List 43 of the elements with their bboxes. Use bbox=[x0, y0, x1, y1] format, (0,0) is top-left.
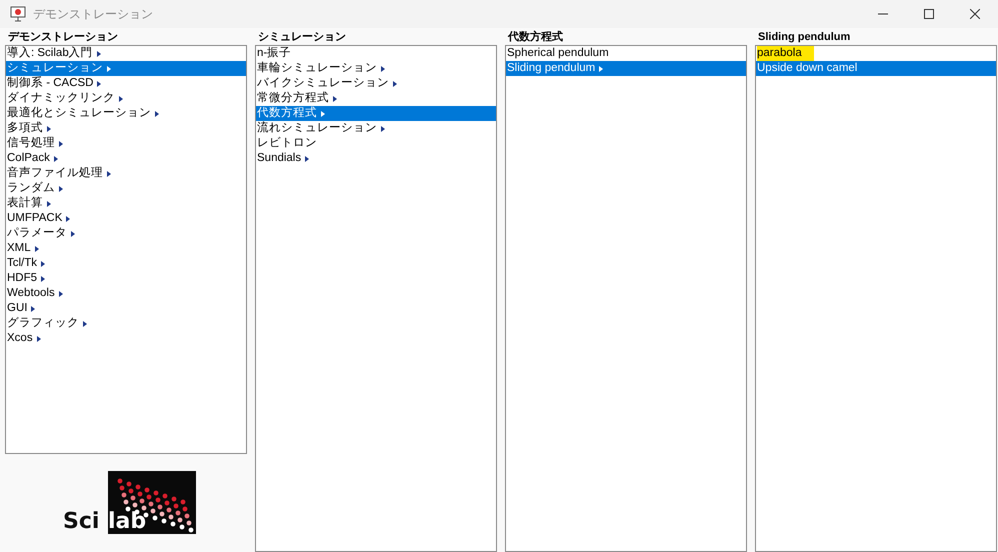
list-item[interactable]: 最適化とシミュレーション bbox=[6, 106, 246, 121]
list-item[interactable]: 制御系 - CACSD bbox=[6, 76, 246, 91]
list-item[interactable]: GUI bbox=[6, 301, 246, 316]
column-title: Sliding pendulum bbox=[757, 30, 852, 45]
dot-pattern-icon bbox=[108, 471, 196, 534]
list-item[interactable]: 導入: Scilab入門 bbox=[6, 46, 246, 61]
list-item[interactable]: Tcl/Tk bbox=[6, 256, 246, 271]
list-item[interactable]: ランダム bbox=[6, 181, 246, 196]
list-item[interactable]: parabola bbox=[756, 46, 996, 61]
list-item[interactable]: 常微分方程式 bbox=[256, 91, 496, 106]
list-item[interactable]: 車輪シミュレーション bbox=[256, 61, 496, 76]
list-item[interactable]: Spherical pendulum bbox=[506, 46, 746, 61]
logo-text: lab bbox=[108, 510, 146, 534]
close-icon bbox=[970, 9, 980, 19]
list-item[interactable]: バイクシミュレーション bbox=[256, 76, 496, 91]
column-title: 代数方程式 bbox=[506, 30, 564, 45]
list-item[interactable]: 信号処理 bbox=[6, 136, 246, 151]
list-item[interactable]: パラメータ bbox=[6, 226, 246, 241]
window-title: デモンストレーション bbox=[33, 6, 153, 23]
list-item[interactable]: 表計算 bbox=[6, 196, 246, 211]
list-item[interactable]: UMFPACK bbox=[6, 211, 246, 226]
list-item[interactable]: 多項式 bbox=[6, 121, 246, 136]
column-title: デモンストレーション bbox=[7, 30, 119, 45]
list-item[interactable]: Xcos bbox=[6, 331, 246, 346]
list-item[interactable]: Webtools bbox=[6, 286, 246, 301]
maximize-icon bbox=[924, 9, 934, 19]
list-item[interactable]: 代数方程式 bbox=[256, 106, 496, 121]
list-item[interactable]: レビトロン bbox=[256, 136, 496, 151]
list-item[interactable]: HDF5 bbox=[6, 271, 246, 286]
list-item[interactable]: 流れシミュレーション bbox=[256, 121, 496, 136]
list-item[interactable]: XML bbox=[6, 241, 246, 256]
logo-text: Sci bbox=[63, 510, 100, 534]
list-item[interactable]: n-振子 bbox=[256, 46, 496, 61]
presentation-icon bbox=[10, 6, 26, 22]
list-item[interactable]: Sundials bbox=[256, 151, 496, 166]
list-item[interactable]: グラフィック bbox=[6, 316, 246, 331]
column-title: シミュレーション bbox=[257, 30, 347, 45]
list-item[interactable]: Sliding pendulum bbox=[506, 61, 746, 76]
list-item[interactable]: 音声ファイル処理 bbox=[6, 166, 246, 181]
list-item[interactable]: Upside down camel bbox=[756, 61, 996, 76]
list-item[interactable]: ColPack bbox=[6, 151, 246, 166]
list-item[interactable]: ダイナミックリンク bbox=[6, 91, 246, 106]
list-item[interactable]: シミュレーション bbox=[6, 61, 246, 76]
